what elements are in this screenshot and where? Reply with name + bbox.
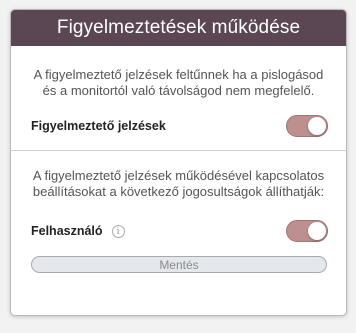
toggle-knob — [308, 222, 326, 240]
user-permission-toggle[interactable] — [286, 220, 328, 242]
alerts-toggle-row: Figyelmeztető jelzések — [31, 114, 328, 138]
user-permission-row: Felhasználó i — [31, 219, 328, 243]
section-divider — [11, 150, 346, 151]
alerts-description: A figyelmeztető jelzések feltűnnek ha a … — [33, 67, 324, 98]
info-icon[interactable]: i — [111, 224, 125, 238]
user-label-group: Felhasználó i — [31, 224, 125, 238]
panel-title: Figyelmeztetések működése — [11, 10, 346, 46]
save-button[interactable]: Mentés — [31, 256, 327, 273]
alerts-toggle[interactable] — [286, 115, 328, 137]
toggle-knob — [308, 117, 326, 135]
user-permission-label: Felhasználó — [31, 224, 103, 238]
alerts-settings-panel: Figyelmeztetések működése A figyelmeztet… — [10, 9, 347, 316]
alerts-toggle-label: Figyelmeztető jelzések — [31, 119, 166, 133]
alerts-section: A figyelmeztető jelzések feltűnnek ha a … — [11, 67, 346, 138]
permissions-description: A figyelmeztető jelzések működésével kap… — [32, 168, 325, 199]
permissions-section: A figyelmeztető jelzések működésével kap… — [11, 168, 346, 273]
